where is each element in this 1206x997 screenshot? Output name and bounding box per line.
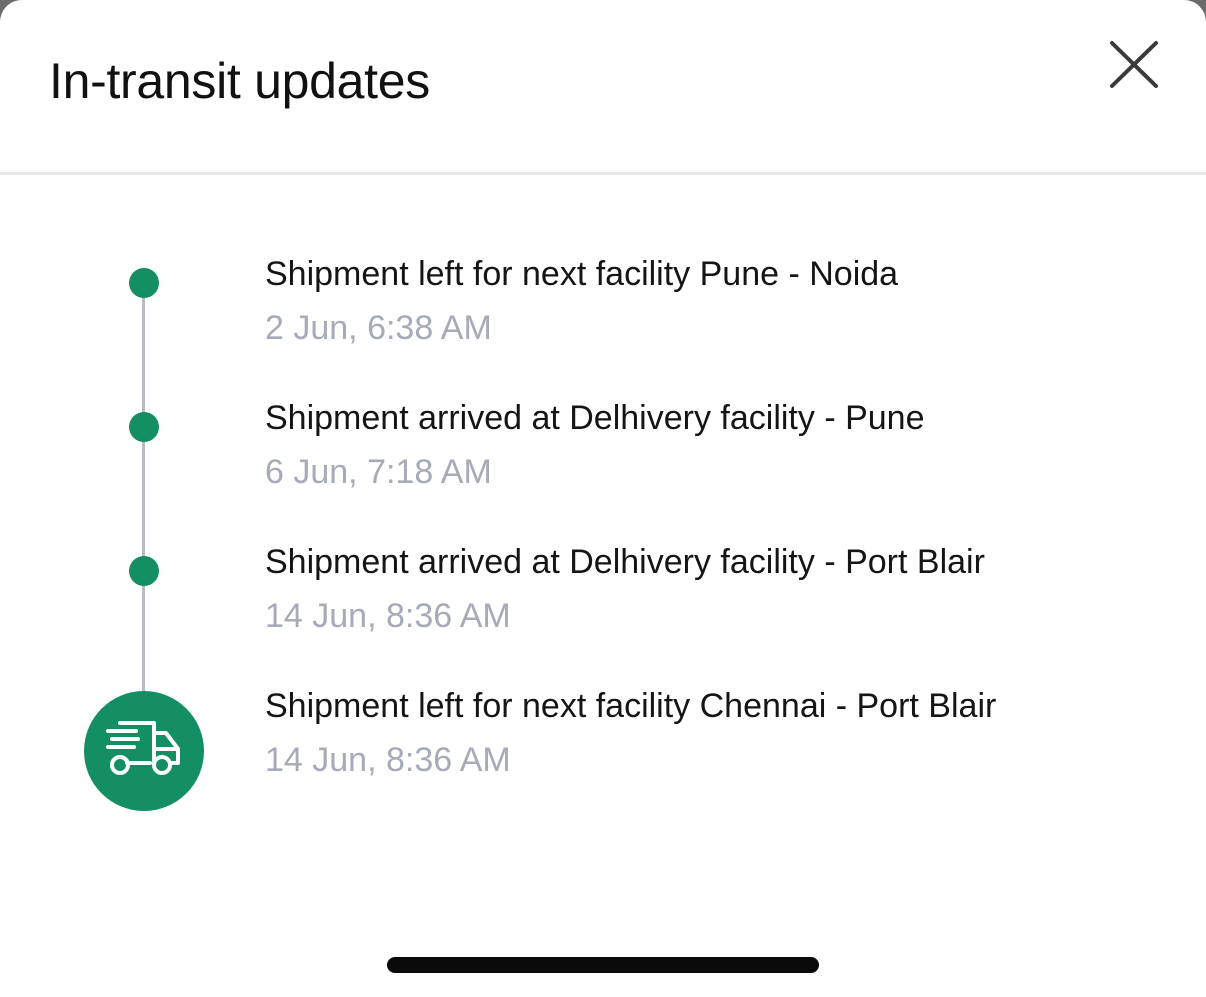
timeline-dot-1	[129, 268, 159, 298]
event-timestamp: 14 Jun, 8:36 AM	[265, 597, 511, 635]
tracking-timeline: Shipment left for next facility Pune - N…	[0, 0, 1206, 997]
current-status-badge	[84, 691, 204, 811]
event-title: Shipment left for next facility Chennai …	[265, 687, 997, 725]
timeline-connector	[142, 283, 145, 703]
delivery-truck-icon	[106, 721, 180, 775]
timeline-dot-2	[129, 412, 159, 442]
in-transit-updates-sheet: In-transit updates Shipment left for nex…	[0, 0, 1206, 997]
event-timestamp: 2 Jun, 6:38 AM	[265, 309, 492, 347]
home-indicator[interactable]	[387, 957, 819, 973]
event-timestamp: 6 Jun, 7:18 AM	[265, 453, 492, 491]
event-title: Shipment arrived at Delhivery facility -…	[265, 399, 925, 437]
event-title: Shipment arrived at Delhivery facility -…	[265, 543, 985, 581]
timeline-dot-3	[129, 556, 159, 586]
event-title: Shipment left for next facility Pune - N…	[265, 255, 899, 293]
event-timestamp: 14 Jun, 8:36 AM	[265, 741, 511, 779]
